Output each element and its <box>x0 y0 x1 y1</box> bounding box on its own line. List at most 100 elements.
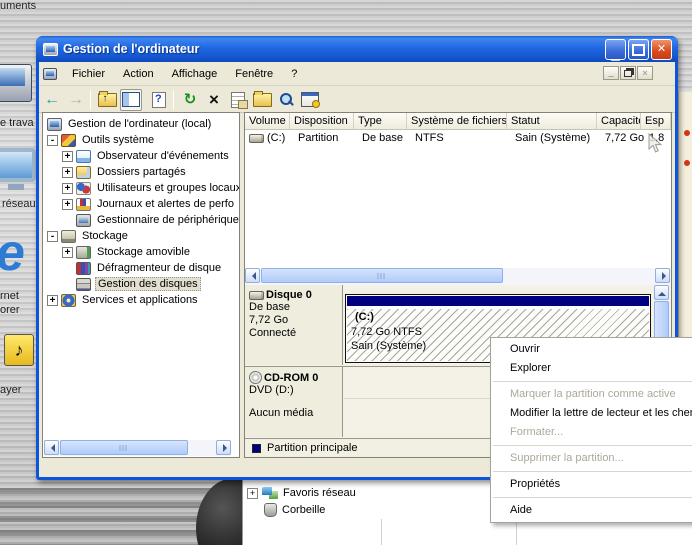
scroll-left-button[interactable] <box>245 268 260 283</box>
tree-item-gestion-des-disques[interactable]: Gestion des disques <box>45 276 238 292</box>
menu-action[interactable]: Action <box>114 65 163 83</box>
console-window-button[interactable] <box>299 89 321 111</box>
window-title: Gestion de l'ordinateur <box>63 42 605 56</box>
column-header-capacite[interactable]: Capacité <box>597 113 641 130</box>
tree-item-gestionnaire-peripheriques[interactable]: Gestionnaire de périphérique <box>45 212 238 228</box>
red-bullet-icon <box>684 130 690 136</box>
tree-item-favoris-reseau[interactable]: + Favoris réseau <box>247 485 356 501</box>
desktop-label-poste-travail: e trava <box>0 117 34 129</box>
volume-row-c[interactable]: (C:) Partition De base NTFS Sain (Systèm… <box>245 130 671 146</box>
title-bar[interactable]: Gestion de l'ordinateur ▁ ✕ <box>36 36 678 62</box>
expander-minus-icon[interactable]: - <box>47 135 58 146</box>
delete-button[interactable]: × <box>203 89 225 111</box>
tree-item-observateur-evenements[interactable]: + Observateur d'événements <box>45 148 238 164</box>
tree-item-utilisateurs-groupes[interactable]: + Utilisateurs et groupes locaux <box>45 180 238 196</box>
column-header-espace[interactable]: Esp <box>641 113 671 130</box>
menu-item-ouvrir[interactable]: Ouvrir <box>491 340 692 359</box>
tree-item-services-applications[interactable]: + Services et applications <box>45 292 238 308</box>
column-header-systeme-fichiers[interactable]: Système de fichiers <box>407 113 507 130</box>
tree-item-stockage[interactable]: - Stockage <box>45 228 238 244</box>
volume-filesystem: NTFS <box>411 132 511 144</box>
volume-type: De base <box>358 132 411 144</box>
column-header-statut[interactable]: Statut <box>507 113 597 130</box>
computer-management-icon <box>43 43 58 56</box>
menu-item-supprimer-partition[interactable]: Supprimer la partition... <box>491 449 692 468</box>
column-header-type[interactable]: Type <box>354 113 407 130</box>
my-computer-icon[interactable] <box>0 64 32 102</box>
menu-bar: Fichier Action Affichage Fenêtre ? _ × <box>39 62 675 86</box>
scroll-left-button[interactable] <box>44 440 59 455</box>
desktop-label-reseau: réseau <box>2 198 36 210</box>
desktop-label-documents: uments <box>0 0 36 12</box>
menu-item-marquer-partition-active[interactable]: Marquer la partition comme active <box>491 385 692 404</box>
back-button[interactable]: ← <box>41 89 63 111</box>
network-icon <box>262 487 278 500</box>
tree-item-corbeille[interactable]: Corbeille <box>264 502 325 518</box>
tree-horizontal-scrollbar[interactable] <box>44 440 231 456</box>
column-header-disposition[interactable]: Disposition <box>290 113 354 130</box>
scroll-right-button[interactable] <box>216 440 231 455</box>
tree-item-label: Corbeille <box>282 504 325 516</box>
expander-plus-icon[interactable]: + <box>47 295 58 306</box>
device-manager-icon <box>76 214 91 227</box>
tree-item-stockage-amovible[interactable]: + Stockage amovible <box>45 244 238 260</box>
minimize-button[interactable]: ▁ <box>605 39 626 60</box>
close-button[interactable]: ✕ <box>651 39 672 60</box>
find-button[interactable] <box>275 89 297 111</box>
mdi-minimize-button[interactable]: _ <box>603 66 619 80</box>
network-places-icon[interactable] <box>0 148 36 182</box>
maximize-button[interactable] <box>628 39 649 60</box>
column-header-volume[interactable]: Volume <box>245 113 290 130</box>
tree-item-dossiers-partages[interactable]: + Dossiers partagés <box>45 164 238 180</box>
expander-minus-icon[interactable]: - <box>47 231 58 242</box>
menu-item-proprietes[interactable]: Propriétés <box>491 475 692 494</box>
shared-folders-icon <box>76 166 91 179</box>
expander-plus-icon[interactable]: + <box>62 167 73 178</box>
expander-plus-icon[interactable]: + <box>62 199 73 210</box>
tree-item-label: Gestion de l'ordinateur (local) <box>66 117 213 131</box>
menu-item-explorer[interactable]: Explorer <box>491 359 692 378</box>
menu-affichage[interactable]: Affichage <box>163 65 227 83</box>
menu-item-modifier-lettre-lecteur[interactable]: Modifier la lettre de lecteur et les che… <box>491 404 692 423</box>
scroll-up-button[interactable] <box>654 285 669 300</box>
menu-fenetre[interactable]: Fenêtre <box>226 65 282 83</box>
scroll-right-button[interactable] <box>655 268 670 283</box>
volume-icon <box>249 134 264 143</box>
help-button[interactable] <box>148 89 170 111</box>
cdrom-name: CD-ROM 0 <box>264 372 318 384</box>
tree-item-gestion-ordinateur[interactable]: Gestion de l'ordinateur (local) <box>45 116 238 132</box>
cdrom-info-box[interactable]: CD-ROM 0 DVD (D:) Aucun média <box>245 367 343 437</box>
computer-icon <box>47 118 62 131</box>
partition-type-band <box>347 296 649 306</box>
forward-button[interactable]: → <box>65 89 87 111</box>
console-tree-panel: Gestion de l'ordinateur (local) - Outils… <box>42 112 240 458</box>
menu-fichier[interactable]: Fichier <box>63 65 114 83</box>
expander-plus-icon[interactable]: + <box>247 488 258 499</box>
properties-button[interactable] <box>227 89 249 111</box>
tree-item-defragmenteur[interactable]: Défragmenteur de disque <box>45 260 238 276</box>
menu-item-aide[interactable]: Aide <box>491 501 692 520</box>
open-button[interactable] <box>251 89 273 111</box>
tree-item-label: Stockage <box>80 229 130 243</box>
volume-list-horizontal-scrollbar[interactable] <box>245 268 671 285</box>
show-hide-console-tree-button[interactable] <box>120 89 142 111</box>
menu-item-formater[interactable]: Formater... <box>491 423 692 442</box>
expander-plus-icon[interactable]: + <box>62 247 73 258</box>
expander-plus-icon[interactable]: + <box>62 151 73 162</box>
mdi-restore-button[interactable] <box>620 66 636 80</box>
disk0-info-box[interactable]: Disque 0 De base 7,72 Go Connecté <box>245 285 343 365</box>
tree-item-outils-systeme[interactable]: - Outils système <box>45 132 238 148</box>
refresh-button[interactable]: ↻ <box>179 89 201 111</box>
menu-aide[interactable]: ? <box>282 65 306 83</box>
tree-item-label: Gestion des disques <box>95 277 201 291</box>
expander-plus-icon[interactable]: + <box>62 183 73 194</box>
up-one-level-button[interactable] <box>96 89 118 111</box>
scrollbar-thumb[interactable] <box>261 268 503 283</box>
tree-item-label: Observateur d'événements <box>95 149 231 163</box>
mdi-close-button[interactable]: × <box>637 66 653 80</box>
cdrom-drive-letter: DVD (D:) <box>249 384 342 397</box>
tree-item-label: Dossiers partagés <box>95 165 188 179</box>
media-player-icon[interactable]: ♪ <box>4 334 34 366</box>
tree-item-journaux-alertes[interactable]: + Journaux et alertes de perfo <box>45 196 238 212</box>
scrollbar-thumb[interactable] <box>60 440 188 455</box>
